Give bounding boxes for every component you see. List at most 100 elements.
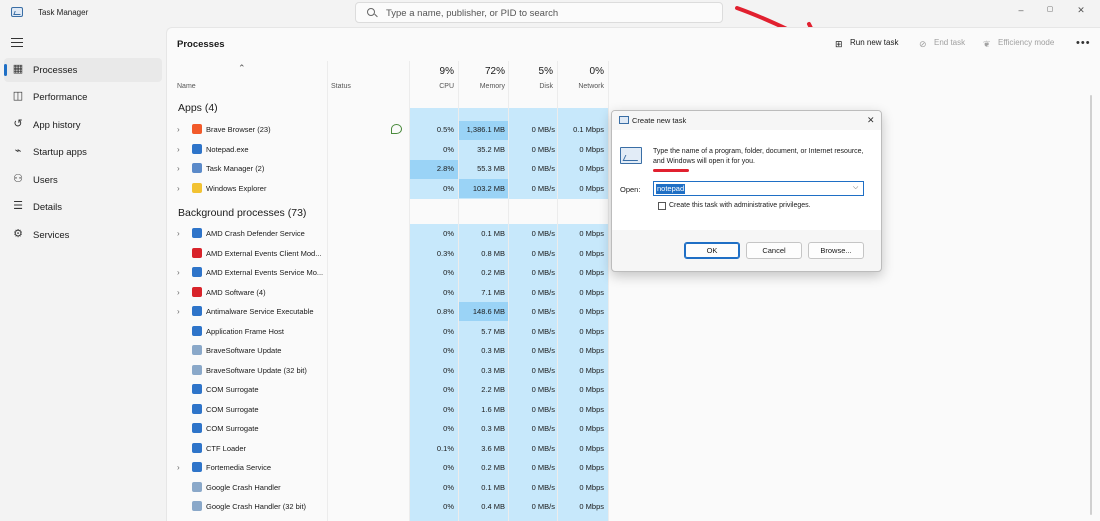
process-icon [192, 163, 202, 173]
column-header-status[interactable]: Status [331, 83, 351, 90]
chevron-right-icon[interactable]: › [177, 268, 180, 277]
chevron-right-icon[interactable]: › [177, 307, 180, 316]
efficiency-mode-button[interactable]: ❦ Efficiency mode [983, 38, 1054, 52]
cpu-total[interactable]: 9% [410, 66, 454, 77]
disk-value: 0 MB/s [531, 248, 555, 258]
table-row[interactable]: COM Surrogate 0% 0.3 MB 0 MB/s 0 Mbps [167, 419, 608, 438]
run-task-icon: ⊞ [835, 39, 843, 49]
sidebar-item-users[interactable]: ⚇ Users [4, 168, 162, 192]
ok-button[interactable]: OK [684, 242, 740, 259]
startup-icon: ⌁ [14, 145, 22, 157]
disk-value: 0 MB/s [531, 125, 555, 134]
processes-icon: ▦ [12, 63, 24, 75]
table-row[interactable]: Google Crash Handler 0% 0.1 MB 0 MB/s 0 Mbps [167, 478, 608, 497]
sidebar-item-label: Performance [33, 92, 88, 103]
table-row[interactable]: BraveSoftware Update 0% 0.3 MB 0 MB/s 0 Mbps [167, 341, 608, 360]
open-label: Open: [620, 185, 641, 194]
chevron-right-icon[interactable]: › [177, 463, 180, 472]
cpu-value: 0% [443, 365, 454, 375]
table-row[interactable]: COM Surrogate 0% 2.2 MB 0 MB/s 0 Mbps [167, 380, 608, 399]
column-header-disk[interactable]: Disk [509, 83, 553, 90]
process-name: AMD External Events Service Mo... [206, 268, 324, 277]
table-row[interactable]: › Antimalware Service Executable 0.8% 148.6… [167, 302, 608, 321]
chevron-right-icon[interactable]: › [177, 164, 180, 173]
table-row[interactable]: › AMD Crash Defender Service 0% 0.1 MB 0 MB/… [167, 224, 608, 243]
network-value: 0 Mbps [579, 502, 604, 511]
column-header-memory[interactable]: Memory [459, 83, 505, 90]
disk-total[interactable]: 5% [509, 66, 553, 77]
column-header-network[interactable]: Network [558, 83, 604, 90]
chevron-right-icon[interactable]: › [177, 125, 180, 134]
open-combobox[interactable]: notepad ⌵ [653, 181, 864, 196]
chevron-right-icon[interactable]: › [177, 229, 180, 238]
chevron-down-icon[interactable]: ⌵ [853, 184, 858, 192]
hamburger-menu-icon[interactable] [11, 38, 23, 47]
table-row[interactable]: BraveSoftware Update (32 bit) 0% 0.3 MB 0 M… [167, 361, 608, 380]
run-dialog-icon [619, 116, 629, 124]
page-title: Processes [177, 39, 225, 50]
apps-section-title: Apps (4) [178, 102, 218, 114]
disk-value: 0 MB/s [531, 307, 555, 316]
memory-value: 55.3 MB [477, 164, 505, 173]
column-header-cpu[interactable]: CPU [410, 83, 454, 90]
table-row[interactable]: › AMD Software (4) 0% 7.1 MB 0 MB/s 0 Mbps [167, 283, 608, 302]
process-name: Notepad.exe [206, 144, 249, 154]
chevron-right-icon[interactable]: › [177, 145, 180, 154]
disk-value: 0 MB/s [531, 424, 555, 433]
scrollbar[interactable] [1090, 95, 1092, 515]
close-button[interactable]: ✕ [1071, 4, 1091, 16]
process-icon [192, 182, 202, 193]
sidebar-item-app-history[interactable]: ↺ App history [4, 113, 162, 137]
memory-value: 1,386.1 MB [466, 125, 505, 134]
process-name: Brave Browser (23) [206, 125, 271, 134]
cpu-value: 0% [443, 183, 454, 193]
table-row[interactable]: CTF Loader 0.1% 3.6 MB 0 MB/s 0 Mbps [167, 439, 608, 458]
sidebar-item-processes[interactable]: ▦ Processes [4, 58, 162, 82]
table-row[interactable]: COM Surrogate 0% 1.6 MB 0 MB/s 0 Mbps [167, 400, 608, 419]
open-input[interactable]: notepad [656, 184, 686, 194]
cpu-value: 0.5% [436, 125, 454, 134]
search-box[interactable] [355, 2, 723, 23]
browse-button[interactable]: Browse... [808, 242, 864, 259]
memory-total[interactable]: 72% [459, 66, 505, 77]
admin-privileges-checkbox[interactable] [658, 202, 666, 210]
table-row[interactable]: › Fortemedia Service 0% 0.2 MB 0 MB/s 0 Mbps [167, 458, 608, 477]
sidebar-item-startup-apps[interactable]: ⌁ Startup apps [4, 140, 162, 164]
table-row[interactable]: › Brave Browser (23) 0.5% 1,386.1 MB 0 MB/s 0… [167, 120, 608, 139]
sidebar-item-performance[interactable]: ◫ Performance [4, 85, 162, 109]
chevron-right-icon[interactable]: › [177, 288, 180, 297]
process-name: BraveSoftware Update (32 bit) [206, 365, 307, 375]
cpu-value: 0% [443, 463, 454, 472]
disk-value: 0 MB/s [531, 482, 555, 492]
sidebar-item-services[interactable]: ⚙ Services [4, 223, 162, 247]
network-value: 0 Mbps [579, 144, 604, 154]
table-row[interactable]: AMD External Events Client Mod... 0.3% 0.8… [167, 244, 608, 263]
maximize-button[interactable]: ▢ [1040, 4, 1060, 16]
table-row[interactable]: › Notepad.exe 0% 35.2 MB 0 MB/s 0 Mbps [167, 140, 608, 159]
run-new-task-button[interactable]: ⊞ Run new task [835, 38, 898, 52]
table-row[interactable]: › Task Manager (2) 2.8% 55.3 MB 0 MB/s 0 Mbps [167, 159, 608, 178]
memory-value: 5.7 MB [481, 326, 505, 336]
search-input[interactable] [386, 6, 716, 20]
sidebar-item-details[interactable]: ☰ Details [4, 195, 162, 219]
minimize-button[interactable]: – [1011, 4, 1031, 16]
process-icon [192, 325, 202, 336]
table-row[interactable]: › AMD External Events Service Mo... 0% 0.2 … [167, 263, 608, 282]
table-row[interactable]: Application Frame Host 0% 5.7 MB 0 MB/s 0 Mb… [167, 322, 608, 341]
disk-value: 0 MB/s [531, 365, 555, 375]
process-icon [192, 228, 202, 238]
cpu-value: 0% [443, 404, 454, 414]
column-header-name[interactable]: Name [177, 83, 196, 90]
more-options-button[interactable]: ••• [1076, 37, 1091, 49]
network-total[interactable]: 0% [558, 66, 604, 77]
cpu-value: 0% [443, 424, 454, 433]
cancel-button[interactable]: Cancel [746, 242, 802, 259]
table-row[interactable]: Google Crash Handler (32 bit) 0% 0.4 MB 0 M… [167, 497, 608, 516]
dialog-close-button[interactable]: ✕ [867, 115, 875, 126]
chevron-right-icon[interactable]: › [177, 184, 180, 193]
disk-value: 0 MB/s [531, 326, 555, 336]
table-row[interactable]: › Windows Explorer 0% 103.2 MB 0 MB/s 0 Mbps [167, 179, 608, 198]
admin-privileges-label[interactable]: Create this task with administrative pri… [669, 202, 811, 209]
task-manager-icon [11, 7, 23, 17]
end-task-button[interactable]: ⊘ End task [919, 38, 965, 52]
